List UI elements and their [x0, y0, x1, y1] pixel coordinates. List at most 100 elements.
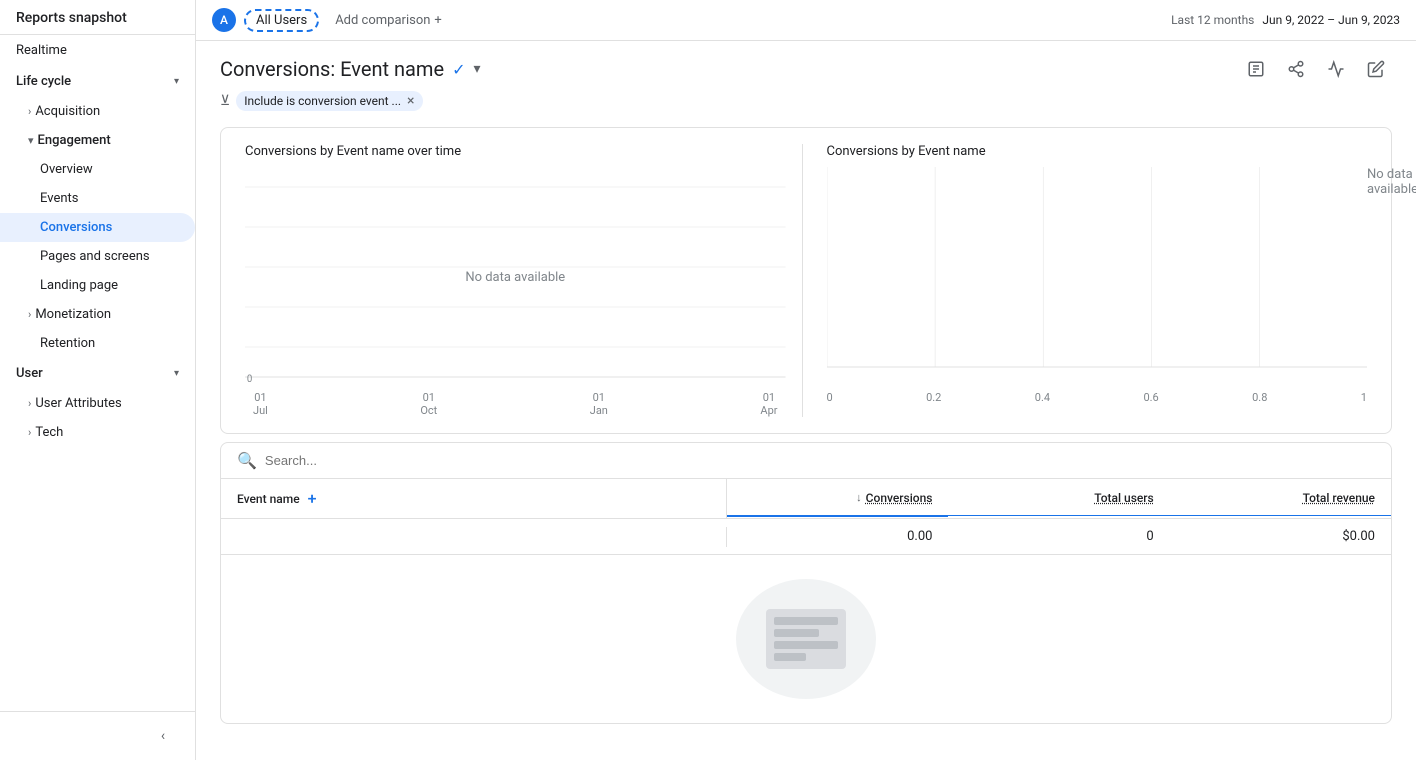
- report-title: Conversions: Event name ✓ ▾: [220, 57, 481, 81]
- sidebar-logo-area: Reports snapshot: [0, 0, 195, 35]
- bar-chart-area: No data available: [827, 167, 1368, 387]
- col-conversions[interactable]: ↓ Conversions: [727, 481, 948, 517]
- table-row: 0.00 0 $0.00: [221, 519, 1391, 555]
- add-dimension-button[interactable]: +: [308, 489, 317, 508]
- report-title-chevron-icon[interactable]: ▾: [473, 61, 480, 77]
- col-event-label: Event name: [237, 492, 300, 506]
- filter-row: ⊻ Include is conversion event ... ×: [220, 91, 1392, 111]
- cell-total-users-value: 0: [1146, 529, 1153, 544]
- sidebar-section-user: User ▾ › User Attributes › Tech: [0, 358, 195, 447]
- sidebar-item-landing[interactable]: Landing page: [0, 271, 195, 300]
- col-total-revenue[interactable]: Total revenue: [1170, 481, 1391, 516]
- empty-bar-2: [774, 629, 819, 637]
- acquisition-chevron-icon: ›: [28, 105, 31, 118]
- insights-button[interactable]: [1320, 53, 1352, 85]
- share-button[interactable]: [1280, 53, 1312, 85]
- no-data-left: No data available: [465, 270, 565, 285]
- sidebar-section-lifecycle: Life cycle ▾ › Acquisition ▾ Engagement …: [0, 66, 195, 358]
- user-attr-chevron-icon: ›: [28, 397, 31, 410]
- cell-conversions: 0.00: [727, 519, 948, 554]
- sidebar-item-user-attributes[interactable]: › User Attributes: [0, 389, 195, 418]
- sidebar-collapse-button[interactable]: ‹: [147, 720, 179, 752]
- user-attributes-label: User Attributes: [35, 396, 121, 411]
- table-header: Event name + ↓ Conversions Total users T…: [221, 479, 1391, 519]
- sidebar-footer: ‹: [0, 711, 195, 760]
- col-total-users-label: Total users: [1094, 491, 1154, 505]
- filter-chip-close-icon[interactable]: ×: [407, 93, 414, 109]
- engagement-label: Engagement: [38, 133, 111, 148]
- empty-illustration: [736, 579, 876, 699]
- search-icon: 🔍: [237, 451, 257, 470]
- sidebar-item-monetization[interactable]: › Monetization: [0, 300, 195, 329]
- bar-axis-06: 0.6: [1143, 391, 1158, 404]
- empty-bar-1: [774, 617, 838, 625]
- search-row: 🔍: [221, 443, 1391, 479]
- engagement-chevron-icon: ▾: [28, 134, 34, 147]
- search-input[interactable]: [265, 453, 465, 468]
- sidebar-item-pages[interactable]: Pages and screens: [0, 242, 195, 271]
- acquisition-label: Acquisition: [35, 104, 100, 119]
- report-check-icon: ✓: [452, 60, 465, 79]
- sidebar-item-engagement[interactable]: ▾ Engagement: [0, 126, 195, 155]
- chart-left: Conversions by Event name over time 0 No…: [245, 144, 803, 417]
- sidebar-item-events[interactable]: Events: [0, 184, 195, 213]
- customize-button[interactable]: [1360, 53, 1392, 85]
- segment-label: All Users: [256, 13, 307, 28]
- cell-total-revenue-value: $0.00: [1342, 529, 1375, 544]
- sidebar-item-tech[interactable]: › Tech: [0, 418, 195, 447]
- cell-total-revenue: $0.00: [1170, 519, 1391, 554]
- col-total-revenue-label: Total revenue: [1303, 491, 1375, 505]
- topbar-right: Last 12 months Jun 9, 2022 – Jun 9, 2023: [1171, 13, 1400, 27]
- col-conversions-label: Conversions: [866, 491, 933, 505]
- no-data-right: No data available: [1367, 167, 1416, 197]
- edit-report-button[interactable]: [1240, 53, 1272, 85]
- main-content: A All Users Add comparison + Last 12 mon…: [196, 0, 1416, 760]
- sidebar-item-retention[interactable]: Retention: [0, 329, 195, 358]
- avatar: A: [212, 8, 236, 32]
- retention-label: Retention: [40, 336, 95, 351]
- user-section-chevron: ▾: [174, 368, 179, 379]
- empty-bar-4: [774, 653, 806, 661]
- overview-label: Overview: [40, 162, 93, 177]
- empty-bar-3: [774, 641, 838, 649]
- sidebar-section-lifecycle-header[interactable]: Life cycle ▾: [0, 66, 195, 97]
- add-comparison-button[interactable]: Add comparison +: [327, 11, 450, 30]
- sidebar-item-overview[interactable]: Overview: [0, 155, 195, 184]
- bar-axis-0: 0: [827, 391, 833, 404]
- user-section-label: User: [16, 366, 43, 381]
- segment-chip[interactable]: All Users: [244, 9, 319, 32]
- filter-icon: ⊻: [220, 93, 230, 109]
- chart-right-title: Conversions by Event name: [827, 144, 1368, 159]
- add-comparison-plus-icon: +: [434, 13, 441, 28]
- sidebar-section-user-header[interactable]: User ▾: [0, 358, 195, 389]
- tech-label: Tech: [35, 425, 63, 440]
- sidebar-logo: Reports snapshot: [16, 10, 179, 26]
- filter-chip[interactable]: Include is conversion event ... ×: [236, 91, 422, 111]
- tech-chevron-icon: ›: [28, 426, 31, 439]
- cell-total-users: 0: [948, 519, 1169, 554]
- svg-text:0: 0: [247, 374, 252, 385]
- sidebar-item-conversions[interactable]: Conversions: [0, 213, 195, 242]
- bar-axis-08: 0.8: [1252, 391, 1267, 404]
- report-actions: [1240, 53, 1392, 85]
- x-label-apr: 01Apr: [760, 391, 777, 417]
- sort-down-icon: ↓: [856, 491, 862, 504]
- charts-container: Conversions by Event name over time 0 No…: [220, 127, 1392, 434]
- sidebar: Reports snapshot Realtime Life cycle ▾ ›…: [0, 0, 196, 760]
- x-label-oct: 01Oct: [420, 391, 437, 417]
- report-title-row: Conversions: Event name ✓ ▾: [220, 53, 1392, 85]
- col-event-name: Event name +: [221, 479, 727, 518]
- conversions-label: Conversions: [40, 220, 112, 235]
- cell-conversions-value: 0.00: [907, 529, 932, 544]
- sidebar-item-realtime[interactable]: Realtime: [0, 35, 195, 66]
- report-title-text: Conversions: Event name: [220, 57, 444, 81]
- sidebar-item-acquisition[interactable]: › Acquisition: [0, 97, 195, 126]
- topbar: A All Users Add comparison + Last 12 mon…: [196, 0, 1416, 41]
- line-chart-area: 0 No data available: [245, 167, 786, 387]
- col-total-users[interactable]: Total users: [948, 481, 1169, 516]
- add-comparison-label: Add comparison: [335, 13, 430, 28]
- cell-event-name: [221, 527, 727, 547]
- date-range: Jun 9, 2022 – Jun 9, 2023: [1262, 13, 1400, 27]
- x-label-jan: 01Jan: [590, 391, 608, 417]
- empty-state: [221, 555, 1391, 723]
